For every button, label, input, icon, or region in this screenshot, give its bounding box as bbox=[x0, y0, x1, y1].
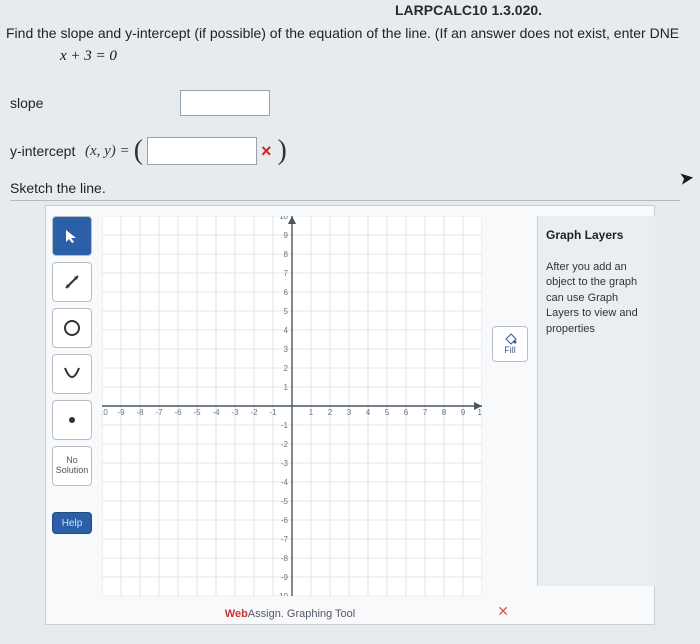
fill-button[interactable]: Fill bbox=[492, 326, 528, 362]
graph-canvas[interactable]: -10 -9 -8 -7 -6 -5 -4 -3 -2 -1 1 2 3 4 5 6 7 8 9 10 -10 -9 -8 -… bbox=[102, 216, 482, 596]
svg-text:-6: -6 bbox=[281, 516, 289, 525]
svg-text:6: 6 bbox=[284, 288, 289, 297]
svg-text:3: 3 bbox=[347, 408, 352, 417]
svg-text:-7: -7 bbox=[281, 535, 289, 544]
svg-text:9: 9 bbox=[461, 408, 466, 417]
slope-input[interactable] bbox=[180, 90, 270, 116]
svg-text:8: 8 bbox=[442, 408, 447, 417]
no-solution-button[interactable]: No Solution bbox=[52, 446, 92, 486]
svg-text:-4: -4 bbox=[212, 408, 220, 417]
graphing-tool-panel: No Solution Help -10 -9 -8 -7 -6 -5 -4 -3 -2 -1 1 2… bbox=[45, 205, 655, 625]
webassign-brand-a: Web bbox=[225, 608, 248, 620]
webassign-footer: WebAssign. Graphing Tool bbox=[46, 608, 534, 620]
svg-text:10: 10 bbox=[478, 408, 482, 417]
svg-text:-4: -4 bbox=[281, 478, 289, 487]
parabola-icon bbox=[62, 364, 82, 384]
svg-text:-1: -1 bbox=[269, 408, 277, 417]
fill-label: Fill bbox=[504, 345, 516, 355]
svg-text:-5: -5 bbox=[281, 497, 289, 506]
svg-text:4: 4 bbox=[366, 408, 371, 417]
paint-bucket-icon bbox=[503, 333, 517, 345]
svg-text:-9: -9 bbox=[281, 573, 289, 582]
point-tool-button[interactable] bbox=[52, 400, 92, 440]
svg-text:2: 2 bbox=[328, 408, 333, 417]
svg-text:-9: -9 bbox=[117, 408, 125, 417]
graph-layers-description: After you add an object to the graph can… bbox=[546, 260, 649, 337]
y-intercept-input[interactable] bbox=[147, 137, 257, 165]
svg-text:5: 5 bbox=[284, 307, 289, 316]
svg-text:-8: -8 bbox=[136, 408, 144, 417]
svg-text:10: 10 bbox=[279, 216, 288, 221]
problem-reference: LARPCALC10 1.3.020. bbox=[395, 2, 542, 18]
parabola-tool-button[interactable] bbox=[52, 354, 92, 394]
svg-text:4: 4 bbox=[284, 326, 289, 335]
pointer-icon bbox=[64, 228, 80, 244]
svg-text:7: 7 bbox=[423, 408, 428, 417]
incorrect-mark-icon: × bbox=[261, 141, 272, 162]
svg-text:3: 3 bbox=[284, 345, 289, 354]
graph-layers-title: Graph Layers bbox=[546, 228, 649, 242]
y-intercept-label: y-intercept bbox=[10, 143, 85, 159]
pointer-tool-button[interactable] bbox=[52, 216, 92, 256]
svg-text:1: 1 bbox=[284, 383, 289, 392]
svg-text:8: 8 bbox=[284, 250, 289, 259]
svg-text:-2: -2 bbox=[250, 408, 258, 417]
paren-close: ) bbox=[274, 135, 291, 167]
svg-text:7: 7 bbox=[284, 269, 289, 278]
graph-layers-panel: Graph Layers After you add an object to … bbox=[537, 216, 655, 586]
cursor-icon: ➤ bbox=[678, 167, 696, 190]
paren-open: ( bbox=[130, 135, 147, 167]
svg-text:2: 2 bbox=[284, 364, 289, 373]
svg-text:-2: -2 bbox=[281, 440, 289, 449]
question-prompt: Find the slope and y-intercept (if possi… bbox=[6, 25, 696, 41]
line-icon bbox=[63, 273, 81, 291]
svg-text:-8: -8 bbox=[281, 554, 289, 563]
svg-text:-3: -3 bbox=[231, 408, 239, 417]
svg-text:-10: -10 bbox=[276, 592, 288, 596]
svg-text:5: 5 bbox=[385, 408, 390, 417]
svg-text:-6: -6 bbox=[174, 408, 182, 417]
sketch-line-label: Sketch the line. bbox=[10, 180, 680, 201]
circle-icon bbox=[62, 318, 82, 338]
svg-text:-5: -5 bbox=[193, 408, 201, 417]
webassign-brand-b: Assign. bbox=[248, 608, 284, 620]
svg-text:-7: -7 bbox=[155, 408, 163, 417]
svg-text:9: 9 bbox=[284, 231, 289, 240]
line-tool-button[interactable] bbox=[52, 262, 92, 302]
close-icon[interactable]: ✕ bbox=[497, 603, 509, 620]
svg-text:1: 1 bbox=[309, 408, 314, 417]
tool-palette: No Solution Help bbox=[52, 216, 94, 534]
xy-equals-label: (x, y) = bbox=[85, 143, 130, 160]
svg-text:-1: -1 bbox=[281, 421, 289, 430]
svg-text:-10: -10 bbox=[102, 408, 108, 417]
slope-label: slope bbox=[10, 95, 110, 111]
point-icon bbox=[66, 414, 78, 426]
svg-text:-3: -3 bbox=[281, 459, 289, 468]
circle-tool-button[interactable] bbox=[52, 308, 92, 348]
graphing-tool-label: Graphing Tool bbox=[284, 608, 355, 620]
help-button[interactable]: Help bbox=[52, 512, 92, 534]
equation-text: x + 3 = 0 bbox=[60, 48, 117, 65]
svg-text:6: 6 bbox=[404, 408, 409, 417]
